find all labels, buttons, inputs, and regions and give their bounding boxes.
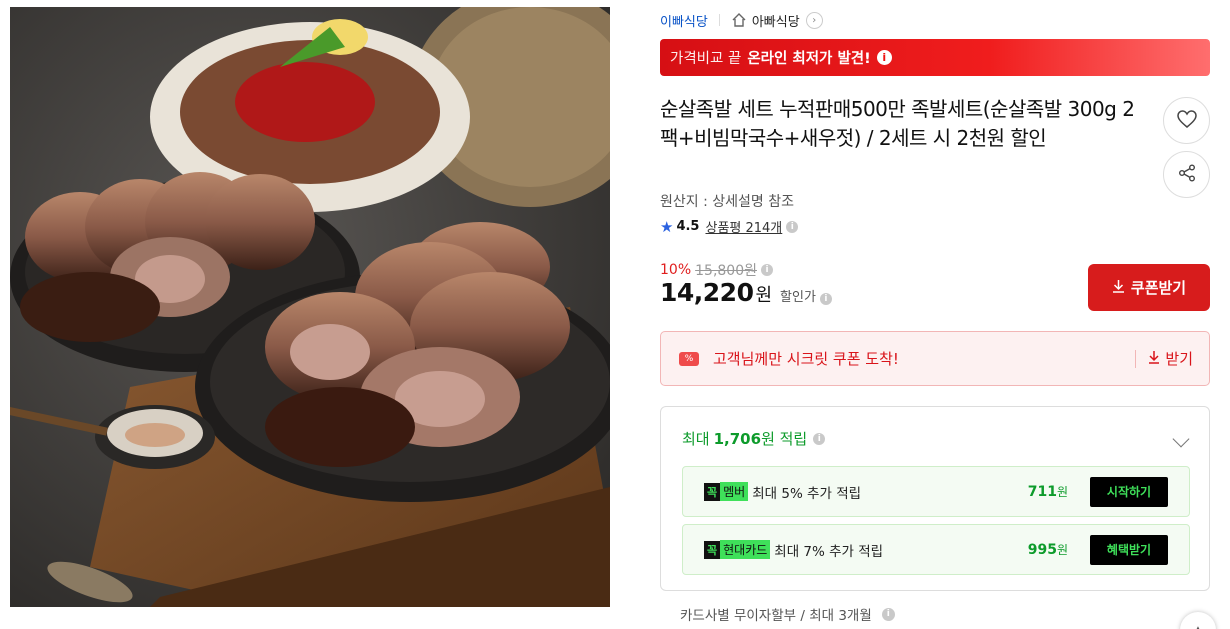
share-icon (1178, 164, 1196, 186)
installment-info: 카드사별 무이자할부 / 최대 3개월 i (680, 604, 895, 624)
download-icon (1112, 279, 1125, 297)
store-link[interactable]: 아빠식당 (752, 11, 800, 30)
secret-coupon-banner[interactable]: % 고객님께만 시크릿 쿠폰 도착! 받기 (660, 331, 1210, 386)
product-photo-illustration (10, 7, 610, 607)
points-offer-card: 꼭 현대카드 최대 7% 추가 적립 995원 혜택받기 (682, 524, 1190, 575)
installment-text: 카드사별 무이자할부 / 최대 3개월 (680, 608, 872, 624)
share-button[interactable] (1163, 151, 1210, 198)
chevron-down-icon[interactable] (1172, 430, 1190, 448)
rating-score: 4.5 (676, 219, 700, 234)
coupon-download-button[interactable]: 쿠폰받기 (1088, 264, 1210, 311)
sale-price: 14,220 (660, 278, 754, 307)
promo-prefix: 가격비교 끝 (670, 51, 742, 67)
up-arrow-icon: ▲ (1193, 623, 1202, 629)
seller-link[interactable]: 이빠식당 (660, 11, 708, 30)
offer-amount-unit: 원 (1056, 543, 1068, 557)
rating-row: ★ 4.5 상품평 214개 i (660, 217, 799, 236)
offer-text: 최대 5% 추가 적립 (752, 485, 862, 502)
logo-name: 멤버 (720, 482, 749, 501)
product-page: 이빠식당 아빠식당 › 가격비교 끝 온라인 최저가 발견! i 순살족발 세트… (0, 0, 1230, 629)
promo-highlight: 온라인 최저가 발견! (747, 51, 871, 67)
info-icon[interactable]: i (786, 220, 799, 233)
secret-coupon-message: 고객님께만 시크릿 쿠폰 도착! (713, 350, 899, 368)
points-amount: 1,706 (713, 429, 762, 448)
points-header[interactable]: 최대 1,706 원 적립 i (682, 428, 826, 449)
origin-info: 원산지 : 상세설명 참조 (660, 194, 794, 210)
home-icon (731, 12, 747, 28)
offer-amount: 995원 (1028, 541, 1068, 558)
get-benefit-button[interactable]: 혜택받기 (1090, 534, 1168, 565)
heart-icon (1176, 109, 1197, 132)
info-icon[interactable]: i (813, 432, 826, 445)
discount-rate: 10% (660, 262, 692, 278)
info-icon[interactable]: i (819, 293, 832, 305)
price-unit: 원 (755, 285, 773, 306)
offer-amount-value: 711 (1027, 484, 1057, 500)
coupon-download-label: 쿠폰받기 (1130, 279, 1187, 297)
brand-logo: 꼭 멤버 (704, 482, 749, 501)
points-panel: 최대 1,706 원 적립 i 꼭 멤버 최대 5% 추가 적립 711원 시작… (660, 406, 1210, 591)
logo-name: 현대카드 (720, 540, 771, 559)
logo-mark: 꼭 (704, 540, 721, 559)
brand-logo: 꼭 현대카드 (704, 540, 771, 559)
info-icon[interactable]: i (761, 264, 773, 276)
start-membership-button[interactable]: 시작하기 (1090, 476, 1168, 507)
offer-amount-unit: 원 (1056, 485, 1068, 499)
offer-amount-value: 995 (1027, 542, 1057, 558)
points-prefix: 최대 (682, 430, 710, 448)
coupon-tag-icon: % (679, 351, 699, 366)
secret-coupon-receive-button[interactable]: 받기 (1148, 348, 1193, 369)
points-offer-member: 꼭 멤버 최대 5% 추가 적립 711원 시작하기 (682, 466, 1190, 517)
offer-text: 최대 7% 추가 적립 (774, 543, 884, 560)
original-price: 15,800원 (695, 263, 757, 279)
lowest-price-banner[interactable]: 가격비교 끝 온라인 최저가 발견! i (660, 39, 1210, 76)
wishlist-button[interactable] (1163, 97, 1210, 144)
offer-amount: 711원 (1028, 483, 1068, 500)
receive-label: 받기 (1165, 350, 1193, 368)
discount-row: 10% 15,800원 i (660, 260, 773, 280)
divider (1135, 349, 1137, 368)
points-suffix: 원 적립 (761, 430, 808, 448)
divider (718, 14, 720, 26)
product-title: 순살족발 세트 누적판매500만 족발세트(순살족발 300g 2팩+비빔막국수… (660, 97, 1135, 150)
seller-row: 이빠식당 아빠식당 › (660, 9, 823, 31)
star-icon: ★ (660, 217, 674, 236)
review-count-link[interactable]: 상품평 214개 (705, 217, 782, 236)
info-icon[interactable]: i (876, 50, 892, 65)
sale-price-label: 할인가 (780, 290, 816, 305)
chevron-right-icon[interactable]: › (805, 11, 823, 29)
download-icon (1148, 350, 1160, 368)
price-row: 14,220 원 할인가 i (660, 278, 832, 307)
product-image[interactable] (10, 7, 610, 607)
logo-mark: 꼭 (704, 482, 721, 501)
scroll-top-button[interactable]: ▲ (1180, 612, 1216, 629)
info-icon[interactable]: i (881, 607, 895, 621)
